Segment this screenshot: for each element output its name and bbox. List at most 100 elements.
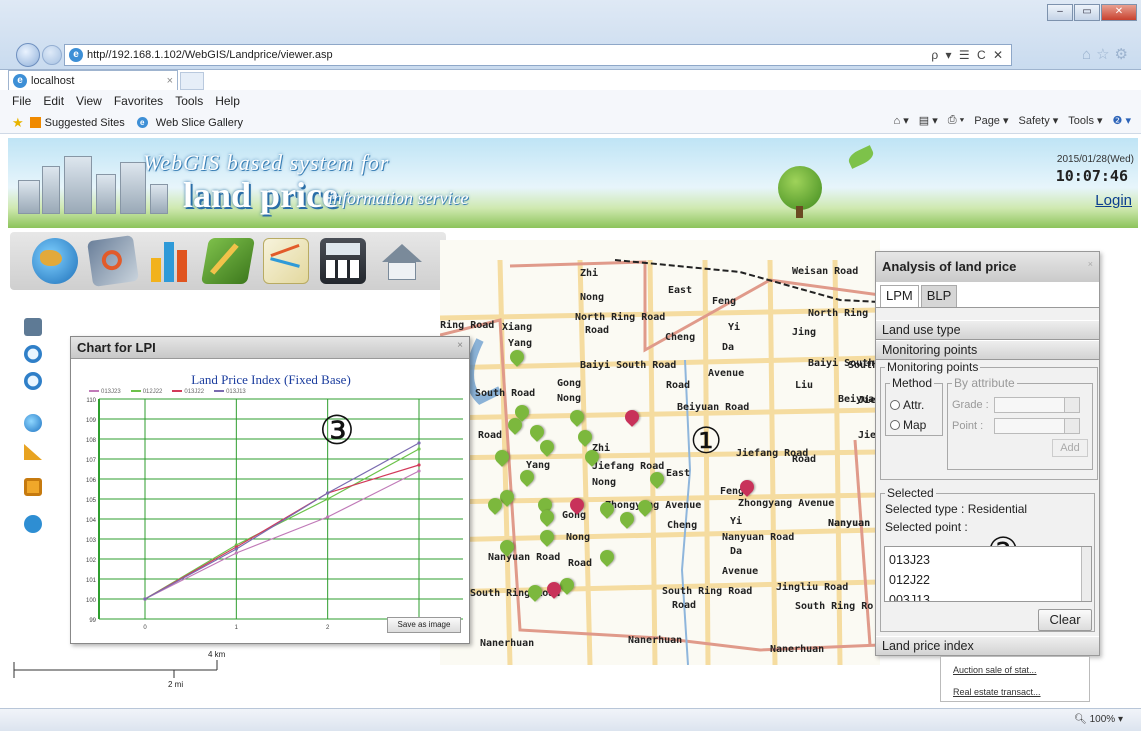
monitoring-points-group: Monitoring points Method Attr. Map By at… — [880, 360, 1098, 480]
y-tick-label: 104 — [86, 518, 97, 524]
map-label: Beiyuan — [838, 394, 880, 405]
chart-close-icon[interactable]: × — [457, 340, 463, 355]
favorites-star-icon[interactable]: ★ — [12, 115, 24, 131]
chart-window-title: Chart for LPI — [77, 340, 156, 355]
scale-mi-label: 2 mi — [168, 680, 184, 689]
map-label: Jing — [792, 327, 817, 338]
auction-sale-link[interactable]: Auction sale of stat... — [953, 659, 1077, 681]
series-point — [234, 547, 238, 551]
minimize-button[interactable]: – — [1047, 4, 1073, 21]
land-price-index-header[interactable]: Land price index — [876, 636, 1099, 656]
status-bar: 🔍︎ 100% ▾ — [0, 708, 1141, 731]
full-extent-icon[interactable] — [24, 414, 42, 432]
analysis-chart-icon[interactable] — [262, 238, 309, 284]
tab-blp[interactable]: BLP — [920, 285, 958, 307]
close-window-button[interactable]: ✕ — [1101, 4, 1137, 21]
calculator-icon[interactable] — [320, 238, 367, 284]
land-use-type-header[interactable]: Land use type — [876, 320, 1099, 340]
zoom-out-icon[interactable] — [24, 372, 42, 390]
menu-help[interactable]: Help — [215, 94, 240, 108]
feeds-cmd-icon[interactable]: ▤ ▾ — [919, 114, 938, 127]
menu-edit[interactable]: Edit — [43, 94, 64, 108]
url-text[interactable]: http//192.168.1.102/WebGIS/Landprice/vie… — [87, 49, 333, 61]
y-tick-label: 102 — [86, 558, 97, 564]
help-cmd-icon[interactable]: ❷ ▾ — [1113, 114, 1131, 127]
refresh-icon[interactable] — [24, 515, 42, 533]
method-attr-radio[interactable]: Attr. — [890, 398, 938, 412]
menu-tools[interactable]: Tools — [175, 94, 203, 108]
map-label: Road — [672, 600, 697, 611]
pan-icon[interactable] — [24, 318, 42, 336]
selected-points-list[interactable]: 013J23 012J22 003J13 — [884, 546, 1092, 602]
back-button[interactable] — [16, 43, 40, 67]
panel-title: Analysis of land price — [882, 259, 1017, 274]
map-canvas[interactable]: Zhi Nong East Feng Weisan Road North Rin… — [440, 240, 880, 665]
chart-legend: 013J23 012J22 013J22 013J13 — [89, 389, 246, 395]
annotation-1: ① — [690, 421, 723, 461]
y-tick-label: 101 — [86, 578, 97, 584]
tab-close-icon[interactable]: × — [167, 75, 173, 87]
series-point — [143, 597, 147, 601]
panel-titlebar[interactable]: Analysis of land price × — [876, 252, 1099, 282]
y-tick-label: 100 — [86, 598, 97, 604]
add-button[interactable]: Add — [1052, 439, 1088, 457]
new-tab-button[interactable] — [180, 72, 204, 90]
map-document-icon[interactable] — [86, 235, 139, 287]
web-slice-icon: e — [136, 117, 148, 128]
tab-lpm[interactable]: LPM — [880, 285, 919, 307]
measure-icon[interactable] — [24, 444, 42, 460]
map-label: South Ring Ro — [795, 601, 874, 612]
zoom-level[interactable]: 🔍︎ 100% ▾ — [1074, 714, 1123, 725]
map-label: Zhongyang Avenue — [605, 500, 702, 511]
menu-favorites[interactable]: Favorites — [114, 94, 163, 108]
main-toolbar — [10, 232, 446, 290]
fav-suggested-sites[interactable]: Suggested Sites — [29, 117, 125, 129]
login-link[interactable]: Login — [1095, 192, 1132, 209]
series-point — [326, 491, 330, 495]
list-item[interactable]: 012J22 — [889, 570, 1087, 590]
page-menu[interactable]: Page ▾ — [974, 114, 1008, 127]
y-tick-label: 109 — [86, 418, 97, 424]
map-label: East — [666, 468, 691, 479]
real-estate-link[interactable]: Real estate transact... — [953, 681, 1077, 703]
tree-trunk-graphic — [796, 206, 803, 218]
home-favorites-settings-icons[interactable]: ⌂☆⚙ — [1082, 45, 1133, 63]
home-cmd-icon[interactable]: ⌂ ▾ — [894, 114, 909, 127]
save-as-image-button[interactable]: Save as image — [387, 617, 461, 633]
map-label: Nanerhuan — [628, 635, 683, 646]
globe-icon[interactable] — [31, 238, 78, 284]
list-item[interactable]: 003J13 — [889, 590, 1087, 601]
map-label: Nong — [580, 292, 605, 303]
maximize-button[interactable]: ▭ — [1074, 4, 1100, 21]
tools-menu[interactable]: Tools ▾ — [1068, 114, 1102, 127]
zoom-in-icon[interactable] — [24, 345, 42, 363]
menu-file[interactable]: File — [12, 94, 31, 108]
address-bar[interactable]: e http//192.168.1.102/WebGIS/Landprice/v… — [64, 44, 1012, 66]
chart-window-titlebar[interactable]: Chart for LPI × — [71, 337, 469, 359]
forward-button[interactable] — [42, 45, 62, 65]
select-icon[interactable] — [24, 478, 42, 496]
address-actions[interactable]: ρ ▾ ☰ C ✕ — [931, 48, 1011, 62]
list-item[interactable]: 013J23 — [889, 550, 1087, 570]
list-scrollbar[interactable] — [1081, 547, 1091, 601]
print-cmd-icon[interactable]: ⎙ ▾ — [948, 114, 964, 127]
monitoring-points-header[interactable]: Monitoring points — [876, 340, 1099, 360]
grade-dropdown[interactable] — [994, 397, 1080, 413]
method-map-radio[interactable]: Map — [890, 418, 938, 432]
suggested-sites-icon — [29, 117, 41, 128]
map-label: Road — [585, 325, 610, 336]
bar-chart-icon[interactable] — [147, 238, 193, 284]
fav-web-slice-gallery[interactable]: e Web Slice Gallery — [136, 117, 243, 129]
map-edit-icon[interactable] — [200, 238, 256, 284]
panel-close-icon[interactable]: × — [1088, 259, 1093, 275]
safety-menu[interactable]: Safety ▾ — [1019, 114, 1059, 127]
house-icon[interactable] — [378, 238, 424, 284]
point-dropdown[interactable] — [994, 418, 1080, 434]
point-label: Point : — [952, 420, 984, 432]
by-attribute-legend: By attribute — [954, 376, 1015, 390]
menu-bar: File Edit View Favorites Tools Help — [0, 90, 1141, 112]
menu-view[interactable]: View — [76, 94, 102, 108]
browser-tab[interactable]: e localhost × — [8, 70, 178, 90]
analysis-panel: Analysis of land price × LPM BLP Land us… — [875, 251, 1100, 656]
clear-button[interactable]: Clear — [1038, 609, 1092, 631]
